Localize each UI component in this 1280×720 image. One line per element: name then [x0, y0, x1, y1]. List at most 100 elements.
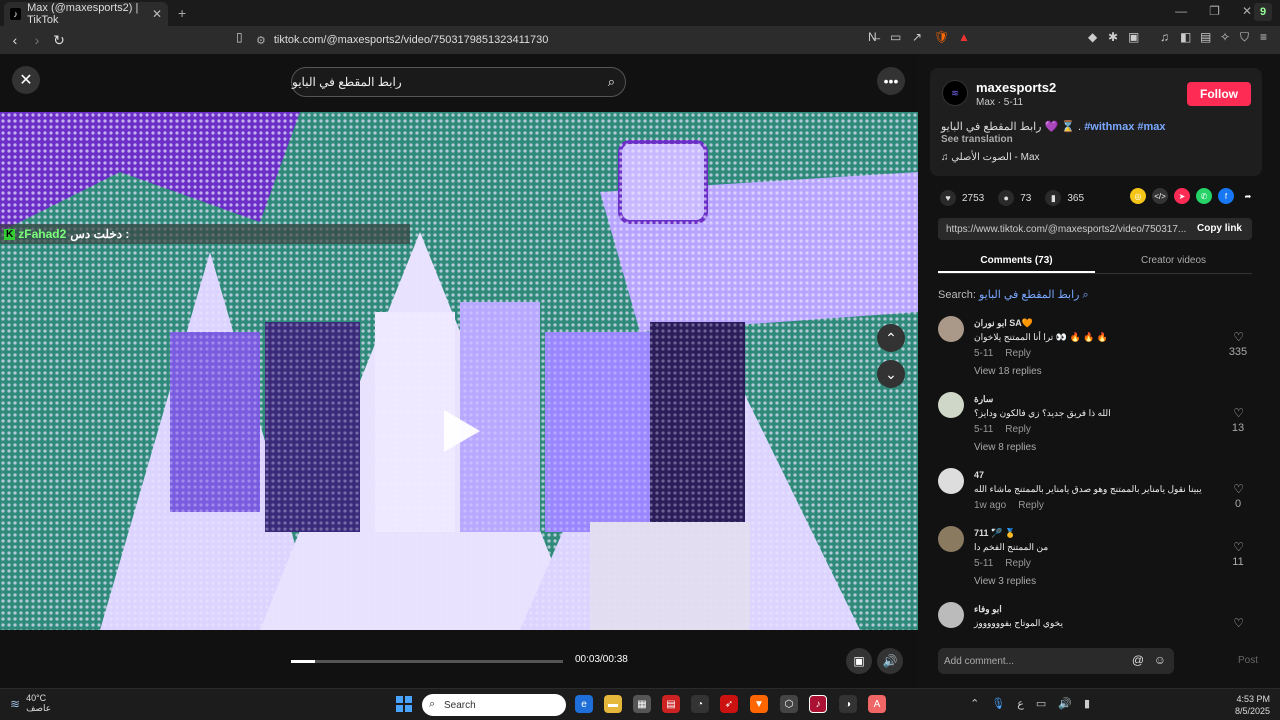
- app-icon-arrow[interactable]: ➶: [720, 695, 738, 713]
- mention-icon[interactable]: @: [1132, 653, 1144, 667]
- forward-icon[interactable]: ›: [26, 32, 48, 48]
- commenter-avatar[interactable]: [938, 316, 964, 342]
- brave-shield-icon[interactable]: 🛡: [934, 30, 949, 44]
- speed-icon[interactable]: ◔: [691, 695, 709, 713]
- taskbar-clock[interactable]: 4:53 PM 8/5/2025: [1235, 693, 1270, 717]
- commenter-avatar[interactable]: [938, 526, 964, 552]
- repost-icon[interactable]: ◎: [1130, 188, 1146, 204]
- cast-icon[interactable]: ▭: [890, 30, 901, 44]
- hashtags[interactable]: #withmax #max: [1084, 121, 1165, 133]
- restore-icon[interactable]: ❐: [1209, 4, 1220, 18]
- commenter-name[interactable]: سارة: [974, 394, 993, 405]
- weather-widget[interactable]: ≋ 40°C عاصف: [10, 693, 51, 714]
- input-language[interactable]: ع: [1017, 697, 1024, 710]
- video-player[interactable]: K zFahad2 دخلت دس :: [0, 112, 918, 630]
- commenter-name[interactable]: 711 🏸 🥇: [974, 528, 1016, 539]
- view-replies-button[interactable]: View 8 replies: [974, 442, 1036, 453]
- embed-icon[interactable]: </>: [1152, 188, 1168, 204]
- search-query-link[interactable]: رابط المقطع في البايو: [979, 289, 1080, 301]
- window-close-icon[interactable]: ✕: [1242, 4, 1252, 18]
- extensions-icon[interactable]: ✱: [1108, 30, 1118, 44]
- close-video-button[interactable]: ✕: [12, 66, 40, 94]
- music-info[interactable]: ♫ الصوت الأصلي - Max: [941, 152, 1040, 163]
- tiktok-app-icon[interactable]: ♪: [809, 695, 827, 713]
- reply-button[interactable]: Reply: [1005, 348, 1031, 359]
- search-icon[interactable]: ⌕: [608, 74, 615, 90]
- brave-icon[interactable]: ▼: [750, 695, 768, 713]
- whatsapp-icon[interactable]: ✆: [1196, 188, 1212, 204]
- brave-rewards-icon[interactable]: ▲: [958, 30, 970, 44]
- vpn-icon[interactable]: ◆: [1088, 30, 1097, 44]
- menu-icon[interactable]: ≡: [1260, 30, 1267, 44]
- reply-button[interactable]: Reply: [1005, 424, 1031, 435]
- taskbar-search[interactable]: ⌕ Search: [422, 694, 566, 716]
- file-explorer-icon[interactable]: ▬: [604, 695, 622, 713]
- wallet-icon[interactable]: ▤: [1200, 30, 1211, 44]
- app-icon-red[interactable]: ▤: [662, 695, 680, 713]
- author-avatar[interactable]: ≋: [942, 80, 968, 106]
- save-action[interactable]: ▮ 365: [1045, 190, 1084, 206]
- comment-action[interactable]: ● 73: [998, 190, 1031, 206]
- comment-search-suggestion[interactable]: Search: رابط المقطع في البايو ⌕: [938, 288, 1089, 302]
- browser-tab[interactable]: ♪ Max (@maxesports2) | TikTok ✕: [4, 2, 168, 26]
- see-translation-link[interactable]: See translation: [941, 134, 1013, 145]
- commenter-name[interactable]: ابو وفاء: [974, 604, 1002, 615]
- more-options-button[interactable]: •••: [877, 67, 905, 95]
- commenter-name[interactable]: 47: [974, 470, 984, 480]
- more-share-icon[interactable]: ➦: [1240, 188, 1256, 204]
- comment-like-icon[interactable]: ♡: [1233, 330, 1244, 344]
- sidebar-icon[interactable]: ◧: [1180, 30, 1191, 44]
- commenter-avatar[interactable]: [938, 392, 964, 418]
- view-replies-button[interactable]: View 18 replies: [974, 366, 1042, 377]
- display-icon[interactable]: ▭: [1036, 697, 1046, 710]
- commenter-avatar[interactable]: [938, 468, 964, 494]
- emoji-icon[interactable]: ☺: [1154, 653, 1166, 667]
- tab-comments[interactable]: Comments (73): [938, 250, 1095, 273]
- reload-icon[interactable]: ↻: [48, 32, 70, 49]
- send-icon[interactable]: ➤: [1174, 188, 1190, 204]
- edge-icon[interactable]: e: [575, 695, 593, 713]
- tab-creator-videos[interactable]: Creator videos: [1095, 250, 1252, 273]
- k-extension-badge[interactable]: 9: [1254, 3, 1272, 21]
- video-link-text[interactable]: https://www.tiktok.com/@maxesports2/vide…: [946, 224, 1186, 235]
- screenshot-icon[interactable]: ▣: [1128, 30, 1139, 44]
- commenter-name[interactable]: ابو نوران SA🧡: [974, 318, 1033, 329]
- reply-button[interactable]: Reply: [1005, 558, 1031, 569]
- comment-like-icon[interactable]: ♡: [1233, 482, 1244, 496]
- mic-icon[interactable]: 🎙: [991, 697, 1005, 710]
- like-action[interactable]: ♥ 2753: [940, 190, 984, 206]
- minimize-icon[interactable]: —: [1175, 4, 1187, 18]
- comment-like-icon[interactable]: ♡: [1233, 616, 1244, 630]
- battery-icon[interactable]: ▮: [1084, 697, 1090, 710]
- facebook-icon[interactable]: f: [1218, 188, 1234, 204]
- volume-icon[interactable]: 🔊: [1058, 697, 1072, 710]
- reply-button[interactable]: Reply: [1018, 500, 1044, 511]
- site-info-icon[interactable]: ⚙: [256, 34, 266, 47]
- media-icon[interactable]: ♫: [1160, 30, 1169, 44]
- app-icon-a[interactable]: A: [868, 695, 886, 713]
- comment-like-icon[interactable]: ♡: [1233, 540, 1244, 554]
- post-comment-button[interactable]: Post: [1238, 655, 1258, 666]
- video-progress-bar[interactable]: [291, 660, 563, 663]
- translate-icon[interactable]: N̶: [868, 30, 877, 44]
- shield-icon[interactable]: ⛉: [1240, 30, 1249, 45]
- bookmark-icon[interactable]: ▯: [236, 30, 243, 44]
- app-icon-hex[interactable]: ⬡: [780, 695, 798, 713]
- follow-button[interactable]: Follow: [1187, 82, 1251, 106]
- previous-video-button[interactable]: ⌃: [877, 324, 905, 352]
- comment-like-icon[interactable]: ♡: [1233, 406, 1244, 420]
- windows-start-icon[interactable]: [396, 696, 412, 712]
- leo-icon[interactable]: ✧: [1220, 30, 1230, 44]
- volume-button[interactable]: 🔊: [877, 648, 903, 674]
- author-username[interactable]: maxesports2: [976, 80, 1056, 95]
- tray-chevron-icon[interactable]: ⌃: [970, 697, 979, 710]
- close-tab-icon[interactable]: ✕: [152, 7, 162, 21]
- share-icon[interactable]: ↗: [912, 30, 922, 44]
- back-icon[interactable]: ‹: [4, 32, 26, 48]
- new-tab-icon[interactable]: +: [178, 5, 186, 21]
- commenter-avatar[interactable]: [938, 602, 964, 628]
- pip-button[interactable]: ▣: [846, 648, 872, 674]
- video-search-input[interactable]: رابط المقطع في البايو ⌕: [291, 67, 626, 97]
- store-icon[interactable]: ▦: [633, 695, 651, 713]
- next-video-button[interactable]: ⌄: [877, 360, 905, 388]
